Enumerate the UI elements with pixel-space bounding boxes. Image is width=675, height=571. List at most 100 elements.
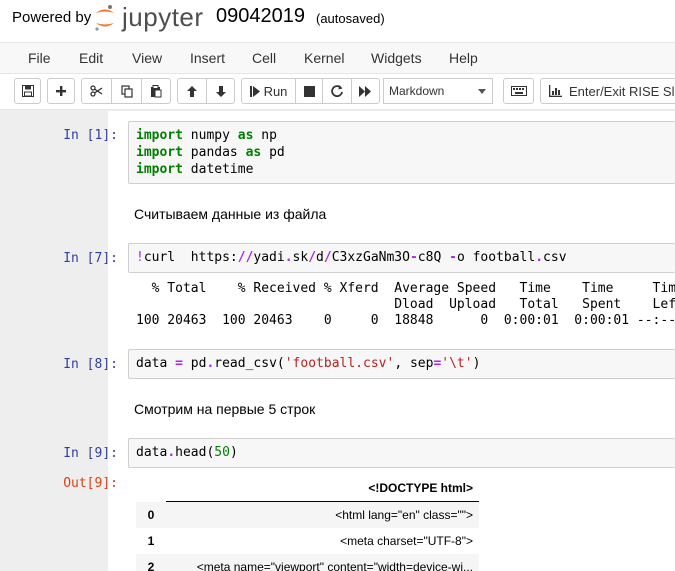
code-keyword: import <box>136 128 183 143</box>
restart-button[interactable] <box>322 78 351 104</box>
code-operator: . <box>167 445 176 460</box>
run-button[interactable]: Run <box>241 78 295 104</box>
stop-icon <box>303 85 315 97</box>
notebook-name[interactable]: 09042019 <box>216 5 305 28</box>
code-token: data <box>136 356 176 371</box>
row-value: <meta charset="UTF-8"> <box>340 534 473 548</box>
code-keyword: as <box>237 128 254 143</box>
cell-2-prompt: In [7]: <box>63 251 118 266</box>
cell-type-value: Markdown <box>389 84 445 98</box>
move-down-button[interactable] <box>206 78 235 104</box>
rise-slideshow-button[interactable]: Enter/Exit RISE Sl <box>540 78 675 104</box>
cell-1-code[interactable]: import numpy as np import pandas as pd i… <box>128 121 675 184</box>
cell-3-code[interactable]: data = pd.read_csv('football.csv', sep='… <box>128 349 675 379</box>
output-line: Dload Upload Total Spent Left <box>136 297 675 312</box>
row-index: 2 <box>136 554 166 571</box>
table-column-header: <!DOCTYPE html> <box>166 475 479 502</box>
save-icon <box>21 85 34 97</box>
notebook-gutter <box>0 111 108 571</box>
run-label: Run <box>263 83 288 99</box>
cell-3-prompt: In [8]: <box>63 357 118 372</box>
code-token: c8Q <box>417 250 450 265</box>
cell-2-code[interactable]: !curl https://yadi.sk/d/C3xzGaNm3O-c8Q -… <box>128 243 675 273</box>
table-row: 1 <meta charset="UTF-8"> <box>136 528 479 554</box>
clipboard-icon <box>151 84 162 97</box>
code-token: yadi <box>253 250 285 265</box>
code-token: read_csv( <box>214 356 285 371</box>
code-token: o football <box>456 250 536 265</box>
code-token: pandas <box>190 145 238 160</box>
table-index-header <box>136 475 166 502</box>
code-string: 'football.csv' <box>284 356 395 371</box>
row-value: <meta name="viewport" content="width=dev… <box>166 554 479 571</box>
jupyter-logo-icon[interactable] <box>93 4 117 32</box>
code-operator: / <box>308 250 317 265</box>
row-index: 0 <box>136 501 166 528</box>
menu-insert[interactable]: Insert <box>190 50 225 66</box>
paste-button[interactable] <box>141 78 171 104</box>
code-operator: - <box>449 250 457 265</box>
code-token: np <box>261 128 277 143</box>
code-token: numpy <box>190 128 230 143</box>
arrow-up-icon <box>187 85 197 97</box>
code-operator: = <box>175 356 183 371</box>
menu-edit[interactable]: Edit <box>79 50 103 66</box>
code-number: 50 <box>214 445 230 460</box>
powered-by-label: Powered by <box>12 9 92 26</box>
scissors-icon <box>90 85 103 97</box>
row-value: <html lang="en" class=""> <box>166 501 479 528</box>
cell-4-code[interactable]: data.head(50) <box>128 438 675 468</box>
copy-icon <box>120 84 133 98</box>
code-token: pd <box>182 356 207 371</box>
menu-bar: File Edit View Insert Cell Kernel Widget… <box>0 42 675 74</box>
menu-widgets[interactable]: Widgets <box>371 50 422 66</box>
markdown-cell-1[interactable]: Считываем данные из файла <box>134 206 326 222</box>
menu-file[interactable]: File <box>28 50 51 66</box>
jupyter-brand-text[interactable]: jupyter <box>122 2 204 33</box>
code-keyword: import <box>136 145 183 160</box>
code-token: C3xzGaNm3O <box>331 250 410 265</box>
code-token: curl https: <box>143 250 238 265</box>
code-operator: / <box>323 250 332 265</box>
menu-kernel[interactable]: Kernel <box>304 50 344 66</box>
notebook-header: Powered by jupyter 09042019 (autosaved) <box>0 0 675 42</box>
code-token: d <box>316 250 324 265</box>
cell-4-prompt: In [9]: <box>63 446 118 461</box>
fast-forward-icon <box>359 85 371 97</box>
copy-button[interactable] <box>111 78 141 104</box>
interrupt-button[interactable] <box>295 78 322 104</box>
output-line: % Total % Received % Xferd Average Speed… <box>136 281 675 296</box>
menu-view[interactable]: View <box>132 50 162 66</box>
rise-label: Enter/Exit RISE Sl <box>569 83 675 99</box>
table-row: 2 <meta name="viewport" content="width=d… <box>136 554 479 571</box>
row-index: 1 <box>147 534 155 548</box>
dataframe-output: <!DOCTYPE html> 0 <html lang="en" class=… <box>136 475 479 571</box>
move-up-button[interactable] <box>177 78 206 104</box>
caret-down-icon <box>478 89 486 94</box>
code-keyword: as <box>245 145 262 160</box>
restart-icon <box>331 85 343 97</box>
code-token: sk <box>292 250 309 265</box>
code-operator: - <box>409 250 418 265</box>
keyboard-icon <box>510 86 527 96</box>
bar-chart-icon <box>549 85 562 97</box>
menu-cell[interactable]: Cell <box>252 50 276 66</box>
insert-cell-button[interactable] <box>47 78 75 104</box>
cut-button[interactable] <box>81 78 111 104</box>
output-line: 100 20463 100 20463 0 0 18848 0 0:00:01 … <box>136 313 675 328</box>
step-forward-icon <box>249 85 260 97</box>
command-palette-button[interactable] <box>503 78 534 104</box>
code-token: ) <box>472 356 481 371</box>
code-operator: // <box>237 250 254 265</box>
plus-icon <box>56 86 66 96</box>
cell-type-select[interactable]: Markdown <box>383 78 493 104</box>
save-button[interactable] <box>14 78 41 104</box>
table-header-row: <!DOCTYPE html> <box>136 475 479 502</box>
notebook-toolbar: Run Markdown Enter/Exit RISE Sl <box>0 74 675 110</box>
code-token: ) <box>229 445 238 460</box>
menu-help[interactable]: Help <box>449 50 478 66</box>
markdown-cell-2[interactable]: Смотрим на первые 5 строк <box>134 401 315 417</box>
restart-run-all-button[interactable] <box>351 78 380 104</box>
code-token: pd <box>269 145 285 160</box>
code-operator: . <box>284 250 293 265</box>
